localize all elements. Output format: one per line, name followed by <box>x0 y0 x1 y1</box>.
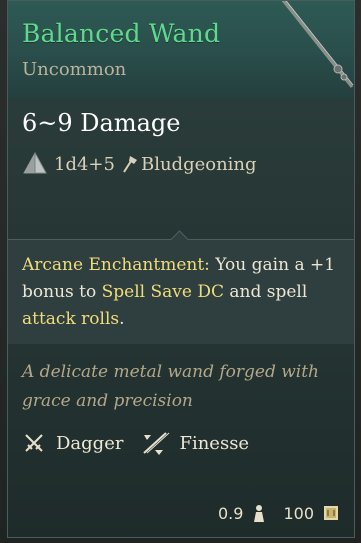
gold-coin-icon <box>324 506 338 520</box>
attack-rolls-link[interactable]: attack rolls <box>22 309 119 329</box>
weapon-properties: Dagger Finesse <box>22 430 249 456</box>
bludgeoning-axe-icon <box>123 156 137 173</box>
wand-icon <box>281 1 354 88</box>
damage-dice: 1d4+5 <box>54 153 115 175</box>
damage-range: 6~9 Damage <box>22 109 181 137</box>
damage-dice-row: 1d4+5 Bludgeoning <box>22 151 257 177</box>
damage-section: 6~9 Damage 1d4+5 Bludgeoning <box>8 99 354 239</box>
item-footer: 0.9 100 <box>218 503 340 523</box>
enchantment-text-part: and spell <box>223 282 308 302</box>
property-finesse[interactable]: Finesse <box>141 430 249 456</box>
enchantment-text-part: . <box>119 309 125 329</box>
enchantment-text: Arcane Enchantment: You gain a +1 bonus … <box>22 252 340 333</box>
enchantment-section: Arcane Enchantment: You gain a +1 bonus … <box>8 230 354 345</box>
item-tooltip-page: Balanced Wand Uncommon 6~9 Damage 1d4+5 <box>0 0 361 543</box>
property-label: Finesse <box>179 432 250 454</box>
enchantment-name: Arcane Enchantment: <box>22 255 210 275</box>
item-value: 100 <box>283 503 314 523</box>
item-tooltip: Balanced Wand Uncommon 6~9 Damage 1d4+5 <box>7 0 355 538</box>
crossed-daggers-icon <box>25 434 43 452</box>
finesse-icon <box>143 432 170 455</box>
item-title: Balanced Wand <box>22 19 221 48</box>
tooltip-header: Balanced Wand Uncommon <box>8 1 354 100</box>
weight-icon <box>254 505 265 522</box>
damage-type: Bludgeoning <box>140 153 257 175</box>
property-dagger[interactable]: Dagger <box>22 431 123 455</box>
item-rarity: Uncommon <box>22 59 127 80</box>
details-section: A delicate metal wand forged with grace … <box>8 344 354 537</box>
spell-save-dc-link[interactable]: Spell Save DC <box>102 282 224 302</box>
d4-dice-icon <box>23 151 47 174</box>
property-label: Dagger <box>56 432 124 454</box>
item-description: A delicate metal wand forged with grace … <box>22 362 320 411</box>
item-weight: 0.9 <box>218 503 244 523</box>
